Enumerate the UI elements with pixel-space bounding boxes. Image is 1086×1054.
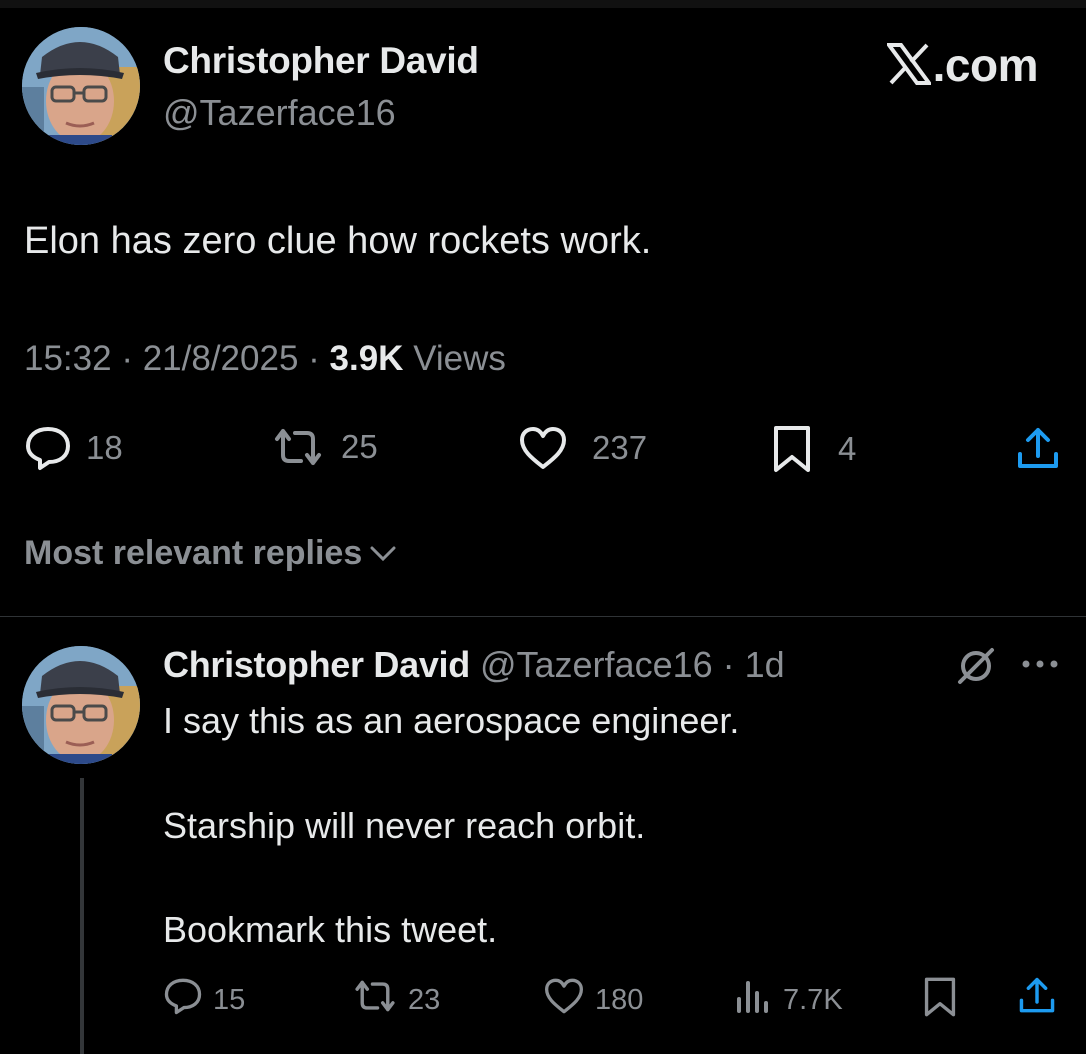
- views-count: 3.9K: [329, 339, 404, 378]
- like-icon: [518, 425, 568, 471]
- repost-count: 25: [341, 428, 378, 465]
- tweet-meta: 15:32 · 21/8/2025 · 3.9K Views: [24, 339, 506, 379]
- reply-button[interactable]: 18: [24, 425, 123, 471]
- share-button[interactable]: [1016, 426, 1060, 477]
- reply-icon: [163, 977, 203, 1023]
- replies-sort-dropdown[interactable]: Most relevant replies: [24, 534, 398, 573]
- reply-author-name[interactable]: Christopher David: [163, 644, 470, 685]
- reply-author-handle[interactable]: @Tazerface16: [480, 644, 713, 685]
- share-icon: [1018, 977, 1056, 1020]
- divider: [0, 616, 1086, 617]
- reply-bookmark-button[interactable]: [923, 976, 957, 1023]
- author-handle[interactable]: @Tazerface16: [163, 92, 396, 134]
- reply-share-button[interactable]: [1018, 976, 1056, 1021]
- reply-separator: ·: [712, 644, 745, 685]
- reply-like-button[interactable]: 180: [543, 977, 643, 1023]
- reply-author-avatar[interactable]: [22, 646, 140, 764]
- reply-repost-button[interactable]: 23: [352, 977, 440, 1023]
- top-edge: [0, 0, 1086, 8]
- repost-button[interactable]: 25: [271, 425, 378, 469]
- reply-count: 18: [86, 429, 123, 466]
- meta-separator: ·: [111, 339, 143, 378]
- reply-reply-count: 15: [213, 983, 246, 1016]
- more-icon: [1020, 660, 1060, 678]
- reply-like-count: 180: [595, 983, 644, 1016]
- like-count: 237: [592, 429, 648, 466]
- like-button[interactable]: 237: [518, 425, 647, 471]
- bookmark-icon: [772, 424, 812, 474]
- reply-views-button[interactable]: 7.7K: [735, 977, 843, 1023]
- author-name[interactable]: Christopher David: [163, 40, 479, 82]
- reply-text-line: Starship will never reach orbit.: [163, 805, 646, 846]
- bookmark-button[interactable]: 4: [772, 424, 856, 474]
- author-avatar[interactable]: [22, 27, 140, 145]
- thread-line: [80, 778, 84, 1054]
- tweet-date[interactable]: 21/8/2025: [143, 339, 299, 378]
- grok-button[interactable]: [956, 646, 996, 691]
- chevron-down-icon: [362, 534, 398, 573]
- bookmark-icon: [923, 977, 957, 1022]
- replies-sort-label: Most relevant replies: [24, 534, 363, 572]
- x-logo-icon: [884, 42, 933, 96]
- repost-icon: [271, 425, 325, 469]
- reply-views-count: 7.7K: [783, 983, 843, 1016]
- reply-text-line: I say this as an aerospace engineer.: [163, 700, 740, 741]
- brand-watermark: .com: [884, 38, 1039, 96]
- reply-repost-count: 23: [408, 983, 441, 1016]
- grok-icon: [956, 648, 996, 690]
- tweet-text: Elon has zero clue how rockets work.: [24, 220, 652, 262]
- share-icon: [1016, 428, 1060, 476]
- tweet-time[interactable]: 15:32: [24, 339, 112, 378]
- repost-icon: [352, 977, 398, 1023]
- reply-header: Christopher David @Tazerface16 · 1d: [163, 644, 785, 686]
- like-icon: [543, 977, 585, 1023]
- views-label: Views: [403, 339, 506, 378]
- reply-time[interactable]: 1d: [745, 644, 785, 685]
- reply-text-line: Bookmark this tweet.: [163, 909, 498, 950]
- meta-separator: ·: [298, 339, 330, 378]
- brand-label: .com: [932, 39, 1039, 91]
- reply-icon: [24, 425, 72, 471]
- views-icon: [735, 977, 769, 1023]
- more-button[interactable]: [1020, 654, 1060, 679]
- reply-reply-button[interactable]: 15: [163, 977, 245, 1023]
- bookmark-count: 4: [838, 430, 857, 467]
